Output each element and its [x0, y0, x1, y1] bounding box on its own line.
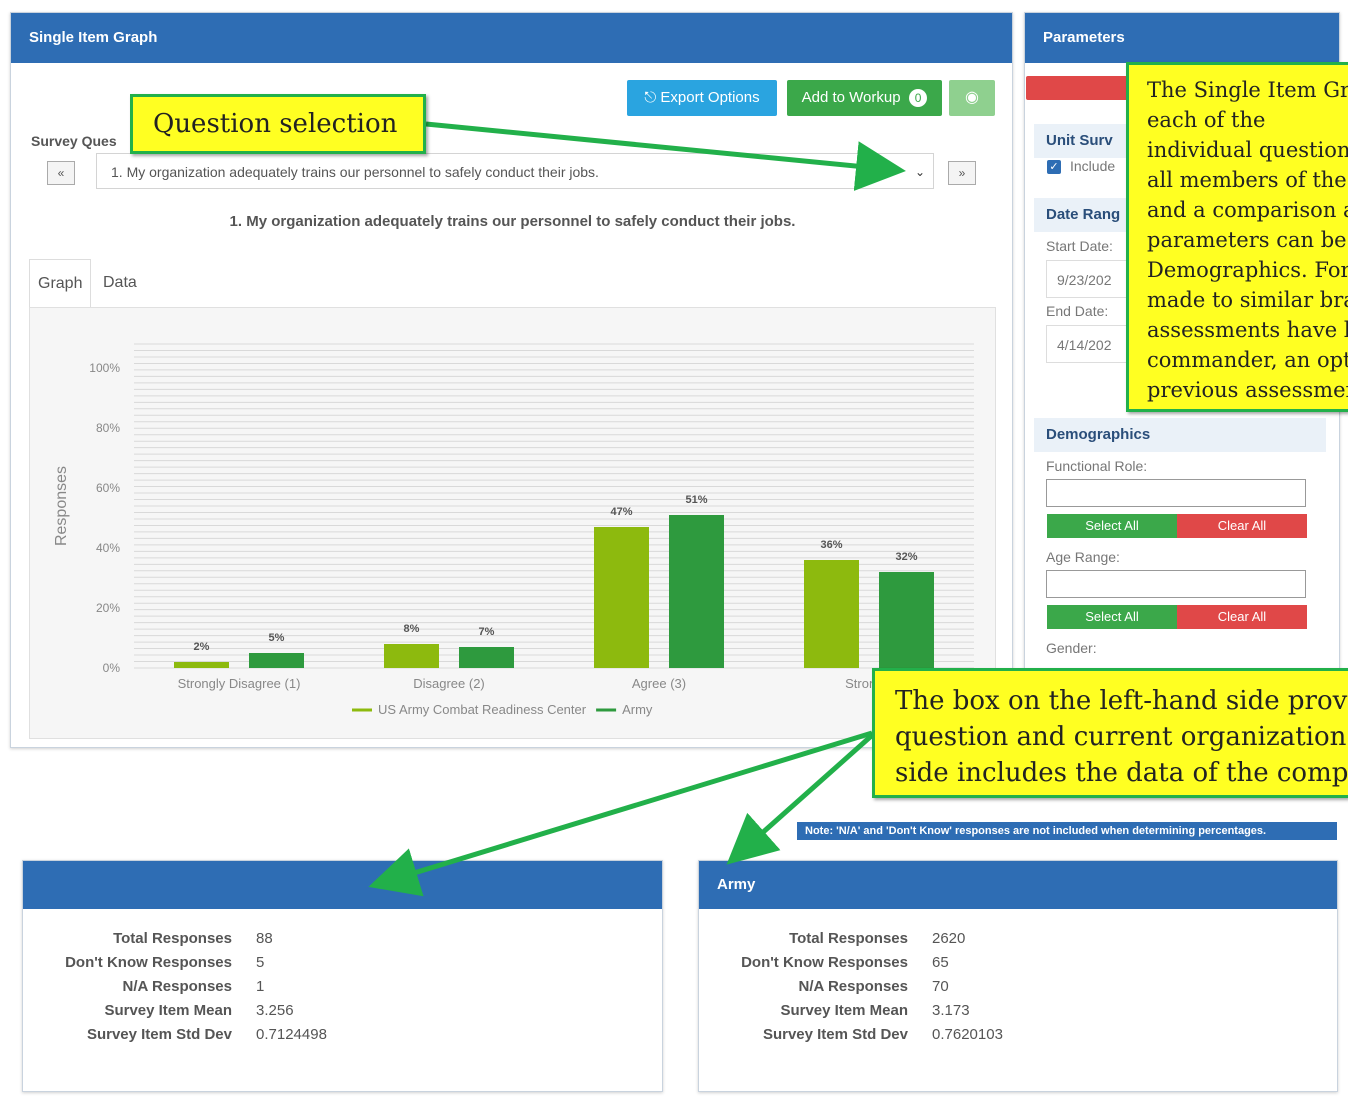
callout-line: commander, an opt — [1147, 348, 1348, 372]
callout-line: parameters can be — [1147, 228, 1347, 252]
parameters-callout: The Single Item Gra each of the individu… — [1126, 62, 1348, 412]
callout-line: made to similar bra — [1147, 288, 1348, 312]
callout-line: each of the — [1147, 108, 1266, 132]
callout-line: side includes the data of the compar — [895, 758, 1348, 788]
callout-line: assessments have b — [1147, 318, 1348, 342]
callout-line: The box on the left-hand side provid — [895, 686, 1348, 716]
comparison-callout: The box on the left-hand side provid que… — [872, 668, 1348, 798]
question-selection-arrow — [425, 121, 906, 191]
callout-line: all members of the — [1147, 168, 1347, 192]
callout-line: individual question — [1147, 138, 1348, 162]
right-box-arrow — [726, 728, 880, 865]
callout-line: previous assessmen — [1147, 378, 1348, 402]
left-box-arrow — [368, 730, 873, 897]
callout-line: Demographics. For — [1147, 258, 1348, 282]
question-selection-callout: Question selection — [130, 94, 426, 154]
callout-line: question and current organization. — [895, 722, 1348, 752]
callout-line: The Single Item Gra — [1147, 78, 1348, 102]
callout-line: and a comparison a — [1147, 198, 1348, 222]
